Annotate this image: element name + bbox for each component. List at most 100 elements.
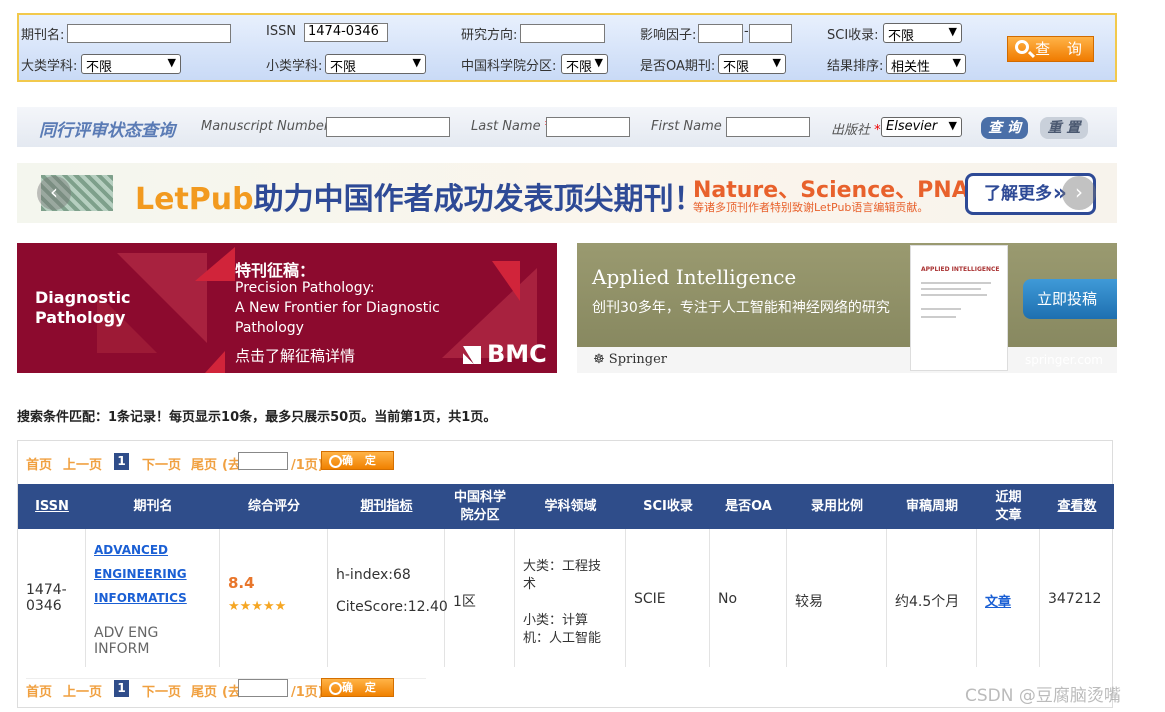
impact-separator: - [744,24,749,39]
journal-name-link-3[interactable]: INFORMATICS [94,591,187,605]
bmc-logo: BMC [463,340,547,368]
cover-line [921,288,981,290]
publisher-select[interactable]: Elsevier ▼ [881,117,962,137]
pager-goto-suffix: /1页) [291,685,324,700]
col-recent-label-2: 文章 [995,507,1022,523]
pager-confirm-button[interactable]: 确 定 [321,678,394,697]
bmc-diagnostic-pathology-ad[interactable]: Diagnostic Pathology 特刊征稿： Precision Pat… [17,243,557,373]
journal-name-label: 期刊名: [21,28,65,43]
col-cas-label-1: 中国科学 [453,489,506,505]
manuscript-number-input[interactable] [326,117,450,137]
required-mark: * [874,123,881,138]
chevron-down-icon: ▼ [948,25,957,38]
table-row: 1474- 0346 ADVANCED ENGINEERING INFORMAT… [18,529,1114,667]
pager-prev-link[interactable]: 上一页 [63,681,102,700]
cell-journal-name: ADVANCED ENGINEERING INFORMATICS ADV ENG… [86,529,220,667]
col-ratio-label: 录用比例 [810,498,863,514]
sci-value: SCIE [634,591,666,607]
pager-prev-link[interactable]: 上一页 [63,454,102,473]
pager-first-link[interactable]: 首页 [26,454,52,473]
recent-articles-link[interactable]: 文章 [985,591,1011,610]
peer-query-button[interactable]: 查 询 [981,117,1028,139]
letpub-banner[interactable]: ‹ LetPub助力中国作者成功发表顶尖期刊！ Nature、Science、P… [17,163,1117,223]
minor-subject-select[interactable]: 不限 ▼ [325,54,426,75]
springer-domain: springer.com [1024,353,1103,367]
pager-last-link[interactable]: 尾页 [191,681,217,700]
springer-logo: ☸ Springer [593,352,667,367]
sort-select-value: 相关性 [891,60,931,75]
banner-next-button[interactable]: › [1062,176,1096,210]
cell-metrics: h-index:68 CiteScore:12.40 [328,529,448,667]
pager-first-link[interactable]: 首页 [26,681,52,700]
pager-last-link[interactable]: 尾页 [191,454,217,473]
pager-goto-input[interactable] [238,452,288,470]
col-recent-articles: 近期 文章 [977,484,1040,529]
journal-name-link-1[interactable]: ADVANCED [94,543,168,557]
major-select-value: 不限 [86,60,113,75]
major-subject-select[interactable]: 不限 ▼ [81,54,181,75]
search-button[interactable]: 查 询 [1007,36,1094,62]
oa-select[interactable]: 不限 ▼ [718,54,786,75]
bmc-line-2: A New Frontier for Diagnostic [235,300,440,316]
last-name-input[interactable] [546,117,630,137]
research-input[interactable] [520,24,605,43]
minor-field-line-2: 机：人工智能 [523,631,602,646]
sci-label: SCI收录: [827,28,879,43]
col-views[interactable]: 查看数 [1040,484,1114,529]
col-field: 学科领域 [515,484,626,529]
first-name-input[interactable] [726,117,810,137]
banner-prev-button[interactable]: ‹ [37,176,71,210]
pagination-bottom: 首页 上一页 1 下一页 尾页 (去 /1页) 确 定 [26,678,426,700]
cover-line [921,308,961,310]
peer-reset-button[interactable]: 重 置 [1040,117,1088,139]
cas-zone-select[interactable]: 不限 ▼ [561,54,608,75]
chevron-down-icon: ▼ [772,56,781,69]
cover-line [921,294,987,296]
search-icon [1015,40,1029,54]
oa-label: 是否OA期刊: [640,59,716,74]
cas-zone-label: 中国科学院分区: [461,59,557,74]
pager-next-link[interactable]: 下一页 [142,454,181,473]
views-value: 347212 [1048,591,1102,607]
bmc-line-1: Precision Pathology: [235,280,375,296]
impact-max-input[interactable] [749,24,792,43]
table-header: ISSN 期刊名 综合评分 期刊指标 中国科学 院分区 学科领域 SCI收录 是否… [18,484,1114,529]
cell-issn: 1474- 0346 [18,529,86,667]
chevron-down-icon: ▼ [594,56,603,69]
issn-label: ISSN [266,24,297,39]
pagination-top: 首页 上一页 1 下一页 尾页 (去 /1页) 确 定 [26,451,426,476]
pager-confirm-button[interactable]: 确 定 [321,451,394,470]
chevron-down-icon: ▼ [167,56,176,69]
bmc-description: Precision Pathology: A New Frontier for … [235,278,465,338]
journal-name-input[interactable] [67,24,231,43]
cell-field: 大类：工程技 术 小类：计算 机：人工智能 [515,529,626,667]
decorative-triangle [205,351,225,373]
col-name-label: 期刊名 [133,498,173,514]
springer-description: 创刊30多年，专注于人工智能和神经网络的研究 [592,300,890,316]
springer-applied-intelligence-ad[interactable]: Applied Intelligence 创刊30多年，专注于人工智能和神经网络… [577,243,1117,373]
sort-select[interactable]: 相关性 ▼ [886,54,966,75]
col-cas-label-2: 院分区 [460,507,500,523]
sci-select[interactable]: 不限 ▼ [883,23,962,44]
journal-abbrev-2: INFORM [94,641,150,657]
bmc-journal-line-1: Diagnostic [35,288,131,307]
pager-current-page[interactable]: 1 [114,680,129,697]
cell-oa: No [710,529,787,667]
impact-factor-label: 影响因子: [640,28,697,43]
pager-goto-input[interactable] [238,679,288,697]
submit-now-button[interactable]: 立即投稿 [1023,279,1117,319]
journal-name-link-2[interactable]: ENGINEERING [94,567,187,581]
manuscript-number-label: Manuscript Number * [201,119,340,134]
impact-min-input[interactable] [698,24,743,43]
col-metrics[interactable]: 期刊指标 [328,484,445,529]
pager-next-link[interactable]: 下一页 [142,681,181,700]
pager-current-page[interactable]: 1 [114,453,129,470]
col-recent-label-1: 近期 [995,489,1022,505]
issn-input[interactable]: 1474-0346 [304,23,388,42]
publisher-label: 出版社 * [831,119,881,138]
decorative-triangle [492,261,520,301]
citescore: CiteScore:12.40 [336,599,448,615]
issn-line-1: 1474- [26,582,67,598]
col-issn[interactable]: ISSN [18,484,86,529]
banner-headline-text: 助力中国作者成功发表顶尖期刊！ [253,182,704,217]
